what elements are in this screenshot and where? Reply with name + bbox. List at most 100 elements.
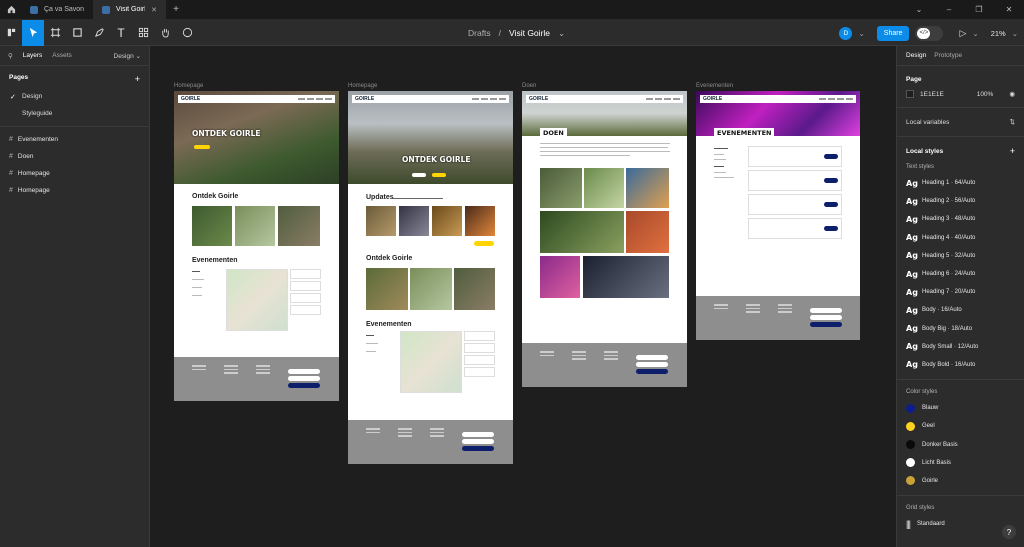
present-icon[interactable]: ▷ — [959, 28, 966, 39]
layer-item-evenementen[interactable]: # Evenementen — [0, 131, 149, 148]
text-style-icon: Ag — [906, 324, 918, 334]
chevron-down-icon[interactable]: ⌄ — [558, 28, 565, 39]
tab-layers[interactable]: Layers — [23, 52, 43, 59]
avatar[interactable]: D — [839, 26, 853, 40]
home-icon[interactable] — [0, 0, 22, 20]
frame-evenementen[interactable]: GOIRLE EVENEMENTEN — [696, 91, 860, 340]
hand-tool-icon[interactable] — [154, 20, 176, 46]
main-menu-icon[interactable] — [0, 20, 22, 46]
breadcrumb-project[interactable]: Drafts — [468, 28, 491, 38]
canvas[interactable]: Homepage GOIRLE ONTDEK GOIRLE Ontdek Goi… — [150, 46, 896, 547]
dev-mode-toggle[interactable]: </> — [915, 25, 944, 41]
tab-ca-va-savon[interactable]: Ça va Savon — [22, 0, 94, 20]
design-dropdown[interactable]: Design ⌄ — [114, 52, 142, 60]
page-item-styleguide[interactable]: Styleguide — [0, 105, 149, 122]
color-style-label: Licht Basis — [922, 459, 952, 466]
color-swatch — [906, 458, 915, 468]
text-style-item[interactable]: Ag Body Big · 18/Auto — [897, 320, 1024, 338]
toolbar-right: D ⌄ Share </> ▷ ⌄ 21% ⌄ — [839, 20, 1018, 46]
text-style-item[interactable]: Ag Heading 2 · 56/Auto — [897, 192, 1024, 210]
chevron-down-icon[interactable]: ⌄ — [972, 29, 978, 38]
share-button[interactable]: Share — [876, 25, 910, 41]
color-style-item[interactable]: Donker Basis — [897, 435, 1024, 453]
color-swatch — [906, 403, 915, 413]
page-opacity-value[interactable]: 100% — [977, 91, 994, 98]
thumbnail — [192, 206, 232, 246]
hero-title: DOEN — [540, 128, 567, 138]
tab-visit-goirle[interactable]: Visit Goirle ✕ — [94, 0, 166, 20]
search-icon[interactable]: ⚲ — [8, 52, 13, 60]
title-bar: Ça va Savon Visit Goirle ✕ + ⌄ – ❐ ✕ — [0, 0, 1024, 20]
close-icon[interactable]: ✕ — [151, 6, 157, 14]
color-style-item[interactable]: Goirle — [897, 472, 1024, 490]
resources-icon[interactable] — [132, 20, 154, 46]
chevron-down-icon[interactable]: ⌄ — [1012, 29, 1018, 38]
local-variables-row[interactable]: Local variables ⇅ — [897, 113, 1024, 131]
frame-icon: # — [9, 153, 13, 160]
move-tool-icon[interactable] — [22, 19, 44, 46]
frame-homepage-1[interactable]: GOIRLE ONTDEK GOIRLE Ontdek Goirle Evene… — [174, 91, 339, 401]
color-style-item[interactable]: Licht Basis — [897, 454, 1024, 472]
page-background-row[interactable]: 1E1E1E 100% ◉ — [906, 86, 1015, 102]
text-style-item[interactable]: Ag Heading 5 · 32/Auto — [897, 247, 1024, 265]
text-style-item[interactable]: Ag Heading 7 · 20/Auto — [897, 283, 1024, 301]
color-style-item[interactable]: Geel — [897, 417, 1024, 435]
page-item-design[interactable]: ✓ Design — [0, 88, 149, 105]
tab-design[interactable]: Design — [906, 52, 926, 59]
eye-icon[interactable]: ◉ — [1009, 90, 1015, 98]
help-button[interactable]: ? — [1002, 525, 1016, 539]
frame-doen[interactable]: GOIRLE DOEN — [522, 91, 687, 387]
text-style-item[interactable]: Ag Body Small · 12/Auto — [897, 338, 1024, 356]
text-style-icon: Ag — [906, 214, 918, 224]
text-tool-icon[interactable]: T — [110, 20, 132, 46]
text-style-item[interactable]: Ag Body Bold · 16/Auto — [897, 356, 1024, 374]
frame-label[interactable]: Homepage — [348, 83, 377, 89]
breadcrumb: Drafts / Visit Goirle ⌄ — [468, 20, 565, 46]
color-style-item[interactable]: Blauw — [897, 399, 1024, 417]
frame-label[interactable]: Homepage — [174, 83, 203, 89]
tab-assets[interactable]: Assets — [52, 52, 72, 59]
chevron-down-icon[interactable]: ⌄ — [858, 29, 864, 38]
hero-title: ONTDEK GOIRLE — [402, 155, 471, 164]
breadcrumb-file[interactable]: Visit Goirle — [509, 28, 550, 38]
minimize-icon[interactable]: – — [934, 5, 964, 14]
hero-title: EVENEMENTEN — [714, 128, 775, 138]
site-nav: GOIRLE — [352, 95, 509, 103]
layer-item-homepage[interactable]: # Homepage — [0, 165, 149, 182]
pen-tool-icon[interactable] — [88, 20, 110, 46]
color-swatch[interactable] — [906, 90, 914, 98]
nav-links — [298, 98, 332, 100]
shape-tool-icon[interactable] — [66, 20, 88, 46]
layer-item-homepage-2[interactable]: # Homepage — [0, 182, 149, 199]
new-tab-button[interactable]: + — [166, 4, 186, 15]
chevron-down-icon[interactable]: ⌄ — [904, 5, 934, 14]
section-heading: Evenementen — [366, 321, 412, 328]
pages-header: Pages + — [0, 66, 149, 88]
zoom-level[interactable]: 21% — [991, 29, 1006, 38]
figma-file-icon — [30, 5, 38, 14]
text-style-item[interactable]: Ag Heading 4 · 40/Auto — [897, 229, 1024, 247]
text-style-item[interactable]: Ag Heading 1 · 64/Auto — [897, 174, 1024, 192]
events-list — [464, 331, 495, 379]
section-heading: Updates — [366, 194, 394, 201]
frame-tool-icon[interactable] — [44, 20, 66, 46]
settings-icon[interactable]: ⇅ — [1010, 118, 1015, 126]
text-style-item[interactable]: Ag Body · 16/Auto — [897, 301, 1024, 319]
add-style-icon[interactable]: + — [1010, 146, 1015, 156]
page-color-value[interactable]: 1E1E1E — [920, 91, 971, 98]
frame-label[interactable]: Evenementen — [696, 83, 733, 89]
layer-item-doen[interactable]: # Doen — [0, 148, 149, 165]
color-style-label: Geel — [922, 423, 935, 430]
close-window-icon[interactable]: ✕ — [994, 5, 1024, 14]
comment-icon[interactable] — [176, 20, 198, 46]
site-logo: GOIRLE — [355, 96, 375, 102]
text-style-label: Heading 2 · 56/Auto — [922, 198, 976, 205]
maximize-icon[interactable]: ❐ — [964, 5, 994, 14]
text-style-item[interactable]: Ag Heading 3 · 48/Auto — [897, 210, 1024, 228]
tab-prototype[interactable]: Prototype — [934, 52, 962, 59]
text-style-item[interactable]: Ag Heading 6 · 24/Auto — [897, 265, 1024, 283]
frame-label[interactable]: Doen — [522, 83, 536, 89]
code-icon: </> — [917, 27, 931, 39]
add-page-icon[interactable]: + — [135, 74, 140, 84]
frame-homepage-2[interactable]: GOIRLE ONTDEK GOIRLE Updates Ontdek Goir… — [348, 91, 513, 464]
